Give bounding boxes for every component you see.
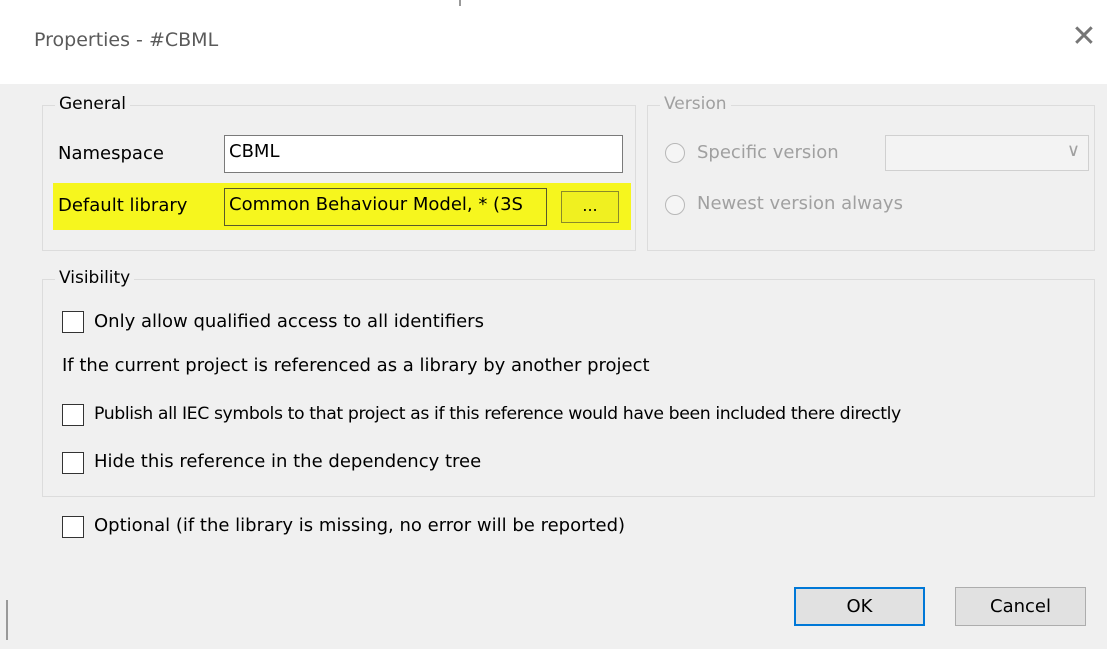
namespace-label: Namespace bbox=[58, 143, 164, 164]
publish-symbols-label: Publish all IEC symbols to that project … bbox=[94, 404, 901, 424]
properties-dialog: Properties - #CBML ✕ General Namespace C… bbox=[0, 0, 1107, 649]
namespace-input[interactable]: CBML bbox=[224, 135, 623, 173]
title-bar: Properties - #CBML ✕ bbox=[0, 0, 1107, 84]
edge-divider bbox=[6, 600, 8, 640]
qualified-access-checkbox[interactable] bbox=[62, 311, 84, 333]
default-library-input[interactable]: Common Behaviour Model, * (3S bbox=[224, 188, 547, 226]
specific-version-radio[interactable] bbox=[665, 143, 685, 163]
optional-label: Optional (if the library is missing, no … bbox=[94, 515, 626, 536]
ok-button[interactable]: OK bbox=[794, 587, 925, 626]
chevron-down-icon: ∨ bbox=[1066, 140, 1080, 161]
newest-version-label: Newest version always bbox=[697, 193, 903, 214]
newest-version-radio[interactable] bbox=[665, 195, 685, 215]
qualified-access-label: Only allow qualified access to all ident… bbox=[94, 311, 484, 332]
version-group: Version bbox=[647, 94, 1095, 251]
publish-symbols-checkbox[interactable] bbox=[62, 404, 84, 426]
hide-reference-checkbox[interactable] bbox=[62, 452, 84, 474]
optional-checkbox[interactable] bbox=[62, 516, 84, 538]
specific-version-label: Specific version bbox=[697, 142, 839, 163]
browse-library-button[interactable]: ... bbox=[561, 191, 619, 223]
version-legend: Version bbox=[660, 94, 731, 114]
hide-reference-label: Hide this reference in the dependency tr… bbox=[94, 451, 482, 472]
close-icon[interactable]: ✕ bbox=[1069, 20, 1099, 54]
general-legend: General bbox=[55, 94, 130, 114]
visibility-legend: Visibility bbox=[55, 268, 135, 288]
edge-divider bbox=[459, 0, 461, 6]
cancel-button[interactable]: Cancel bbox=[955, 587, 1086, 626]
dialog-title: Properties - #CBML bbox=[34, 29, 219, 51]
referenced-info-text: If the current project is referenced as … bbox=[62, 355, 650, 376]
version-select[interactable]: ∨ bbox=[885, 135, 1089, 171]
default-library-label: Default library bbox=[58, 195, 188, 216]
